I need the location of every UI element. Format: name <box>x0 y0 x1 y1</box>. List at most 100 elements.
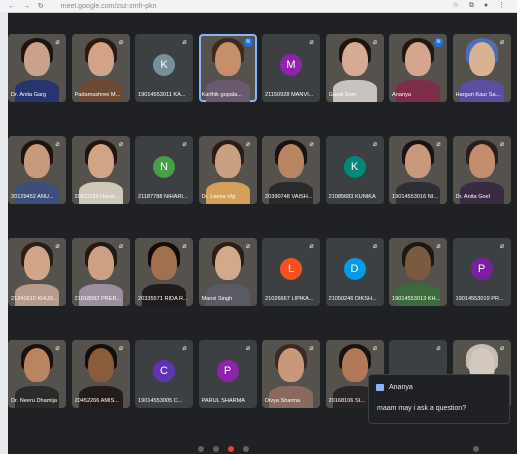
participant-video-face <box>214 42 241 76</box>
mic-off-icon: ⌀ <box>436 243 441 250</box>
present-button[interactable] <box>243 446 249 452</box>
participant-tile[interactable]: ≋ Ananya <box>389 34 447 102</box>
participant-tile[interactable]: C ⌀ 19014553005 C... <box>135 340 193 408</box>
mic-off-icon: ⌀ <box>309 243 314 250</box>
participant-tile[interactable]: ⌀ 19014553016 NI... <box>389 136 447 204</box>
participant-video-face <box>405 42 431 76</box>
participant-name: 21026667 LIPIKA... <box>265 296 314 302</box>
participant-name: Mansi Singh <box>201 296 233 302</box>
participant-avatar: P <box>216 360 239 382</box>
mic-off-icon: ⌀ <box>372 243 378 250</box>
participant-tile[interactable]: K ⌀ 21085683 KUNIKA <box>325 136 384 204</box>
participant-tile[interactable]: P ⌀ PARUL SHARMA <box>198 340 257 408</box>
participant-tile[interactable]: ⌀ Divya Sharma <box>262 340 320 408</box>
participant-avatar: N <box>153 156 175 178</box>
participant-video-face <box>24 42 50 76</box>
participant-tile[interactable]: ⌀ 20452266 AMIS... <box>71 340 130 408</box>
participant-name: Karthik gopala... <box>201 92 242 98</box>
mic-off-icon: ⌀ <box>182 39 187 46</box>
participant-video-face <box>87 246 114 280</box>
participant-tile[interactable]: M ⌀ 21150928 MANVI... <box>262 34 320 102</box>
participant-avatar: P <box>470 258 493 280</box>
participant-tile[interactable]: D ⌀ 21050246 DIKSH... <box>325 238 384 306</box>
mic-off-icon: ⌀ <box>436 141 441 148</box>
browser-actions[interactable]: ☆ ⧉ ● ⋮ <box>453 1 509 10</box>
participant-video-body <box>459 80 504 102</box>
participant-tile[interactable]: ⌀ Hargun Kaur Sa... <box>452 34 511 102</box>
mic-off-icon: ⌀ <box>118 39 124 46</box>
browser-nav-buttons[interactable]: ← → ↻ <box>8 2 47 10</box>
mic-off-icon: ⌀ <box>245 243 251 250</box>
chat-button[interactable] <box>473 446 479 452</box>
mic-button[interactable] <box>198 446 204 452</box>
participant-name: Dr. Anita Goel <box>455 194 491 200</box>
participant-name: Dr. Anita Garg <box>11 92 47 98</box>
participant-tile[interactable]: ⌀ Dr. Anita Garg <box>8 34 66 102</box>
participant-tile[interactable]: L ⌀ 21026667 LIPIKA... <box>262 238 320 306</box>
participant-name: 19014553019 PR... <box>455 296 504 302</box>
participant-video-body <box>396 80 440 102</box>
participant-name: 19014553013 KH... <box>392 296 441 302</box>
participant-tile[interactable]: ≋ Karthik gopala... <box>198 34 257 102</box>
participant-tile[interactable]: ⌀ Padamashree M... <box>71 34 130 102</box>
mic-off-icon: ⌀ <box>55 243 60 250</box>
mic-off-icon: ⌀ <box>499 345 505 352</box>
participant-name: Dr. Leena Vig <box>201 194 236 200</box>
participant-name: 21050246 DIKSH... <box>328 296 377 302</box>
mic-off-icon: ⌀ <box>182 141 187 148</box>
participant-name: 20390748 VAISH... <box>265 194 313 200</box>
chat-notification[interactable]: Ananya maam may i ask a question? <box>368 374 510 424</box>
participant-tile[interactable]: ⌀ Dr. Anita Goel <box>452 136 511 204</box>
participant-video-face <box>214 246 241 280</box>
mic-off-icon: ⌀ <box>55 345 60 352</box>
participant-name: 20452266 AMIS... <box>74 398 119 404</box>
participant-video-face <box>405 246 431 280</box>
participant-video-body <box>205 182 250 204</box>
participant-video-body <box>78 182 123 204</box>
participant-name: 21150928 MANVI... <box>265 92 314 98</box>
participant-tile[interactable]: K ⌀ 19014553011 KA... <box>135 34 193 102</box>
address-bar[interactable]: meet.google.com/zsz-zmfr-pkn <box>61 3 157 10</box>
participant-video-face <box>341 348 368 382</box>
mic-off-icon: ⌀ <box>499 243 505 250</box>
participant-tile[interactable]: ⌀ 20129452 ANU... <box>8 136 66 204</box>
camera-button[interactable] <box>213 446 219 452</box>
participant-video-face <box>468 144 495 178</box>
participant-tile[interactable]: ⌀ Dr. Neeru Dhamija <box>8 340 66 408</box>
participant-avatar: L <box>280 258 302 280</box>
sound-wave-icon: ≋ <box>243 38 253 47</box>
participant-video-face <box>214 144 241 178</box>
participant-video-face <box>87 42 114 76</box>
participant-video-body <box>396 182 440 204</box>
mic-off-icon: ⌀ <box>436 345 441 352</box>
participant-tile[interactable]: P ⌀ 19014553019 PR... <box>452 238 511 306</box>
participant-video-face <box>341 42 368 76</box>
participant-tile[interactable]: ⌀ 20611189 Harsh... <box>71 136 130 204</box>
participant-avatar: M <box>280 54 302 76</box>
participant-tile[interactable]: ⌀ 20335571 RIDA R... <box>135 238 193 306</box>
participant-video-body <box>15 80 59 102</box>
participant-tile[interactable]: ⌀ 21241610 KHUS... <box>8 238 66 306</box>
participant-name: Hargun Kaur Sa... <box>455 92 501 98</box>
participant-tile[interactable]: ⌀ Gazal Soni <box>325 34 384 102</box>
participant-tile[interactable]: ⌀ 19014553013 KH... <box>389 238 447 306</box>
mic-off-icon: ⌀ <box>182 243 187 250</box>
mic-off-icon: ⌀ <box>372 39 378 46</box>
participant-video-body <box>332 80 377 102</box>
participant-video-body <box>15 182 59 204</box>
participant-tile[interactable]: N ⌀ 21187788 NIHARI... <box>135 136 193 204</box>
participant-tile[interactable]: ⌀ Mansi Singh <box>198 238 257 306</box>
leave-call-button[interactable] <box>228 446 234 452</box>
participant-tile[interactable]: ⌀ 20390748 VAISH... <box>262 136 320 204</box>
mic-off-icon: ⌀ <box>372 141 378 148</box>
participant-tile[interactable]: ⌀ Dr. Leena Vig <box>198 136 257 204</box>
participant-video-body <box>459 182 504 204</box>
participant-video-body <box>396 284 440 306</box>
participant-name: 21187788 NIHARI... <box>138 194 188 200</box>
participant-video-face <box>87 348 114 382</box>
participant-video-face <box>24 348 50 382</box>
participant-name: 21018992 PRER... <box>74 296 122 302</box>
participant-video-body <box>205 284 250 306</box>
participant-name: Dr. Neeru Dhamija <box>11 398 58 404</box>
participant-tile[interactable]: ⌀ 21018992 PRER... <box>71 238 130 306</box>
